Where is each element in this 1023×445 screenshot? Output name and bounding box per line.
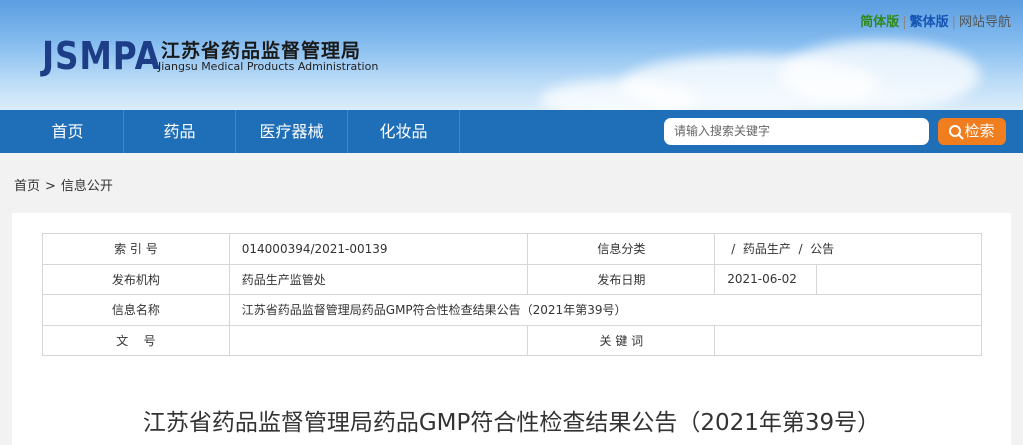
link-separator: | bbox=[951, 15, 956, 30]
link-separator: | bbox=[902, 15, 907, 30]
nav-item-cosmetics[interactable]: 化妆品 bbox=[348, 110, 460, 153]
banner-cloud bbox=[780, 40, 980, 110]
breadcrumb-home[interactable]: 首页 bbox=[14, 179, 40, 194]
site-name-cn: 江苏省药品监督管理局 bbox=[161, 40, 362, 62]
publish-date-label: 发布日期 bbox=[527, 263, 716, 295]
table-row: 发布机构 药品生产监管处 发布日期 2021-06-02 bbox=[42, 263, 982, 295]
empty-cell bbox=[816, 263, 982, 295]
doc-number-value bbox=[228, 324, 529, 356]
category-label: 信息分类 bbox=[527, 233, 716, 265]
doc-number-label: 文 号 bbox=[42, 324, 230, 356]
metadata-table: 索 引 号 014000394/2021-00139 信息分类 / 药品生产 /… bbox=[42, 233, 983, 356]
search-button[interactable]: 检索 bbox=[938, 118, 1006, 145]
simplified-link[interactable]: 简体版 bbox=[860, 11, 899, 30]
search-input[interactable]: 请输入搜索关键字 bbox=[664, 118, 929, 145]
traditional-link[interactable]: 繁体版 bbox=[910, 11, 949, 30]
header-banner: JSMPA 江苏省药品监督管理局 Jiangsu Medical Product… bbox=[0, 0, 1023, 110]
site-name-en: Jiangsu Medical Products Administration bbox=[158, 60, 379, 73]
search-button-label: 检索 bbox=[964, 122, 995, 140]
publish-date-value: 2021-06-02 bbox=[714, 263, 818, 295]
index-label: 索 引 号 bbox=[42, 233, 230, 265]
breadcrumb: 首页 > 信息公开 bbox=[14, 175, 113, 194]
table-row: 索 引 号 014000394/2021-00139 信息分类 / 药品生产 /… bbox=[42, 233, 982, 265]
info-name-value: 江苏省药品监督管理局药品GMP符合性检查结果公告（2021年第39号） bbox=[228, 294, 983, 326]
publisher-value: 药品生产监管处 bbox=[228, 263, 529, 295]
nav-item-medical-devices[interactable]: 医疗器械 bbox=[236, 110, 348, 153]
top-links: 简体版 | 繁体版 | 网站导航 bbox=[860, 11, 1011, 30]
publisher-label: 发布机构 bbox=[42, 263, 230, 295]
sitemap-link[interactable]: 网站导航 bbox=[959, 11, 1011, 30]
table-row: 信息名称 江苏省药品监督管理局药品GMP符合性检查结果公告（2021年第39号） bbox=[42, 294, 983, 326]
site-logo[interactable]: JSMPA bbox=[42, 34, 161, 78]
keywords-value bbox=[714, 324, 982, 356]
breadcrumb-current[interactable]: 信息公开 bbox=[61, 179, 113, 194]
search-icon bbox=[949, 125, 962, 137]
table-row: 文 号 关 键 词 bbox=[42, 324, 982, 356]
info-name-label: 信息名称 bbox=[42, 294, 230, 326]
category-value: / 药品生产 / 公告 bbox=[714, 233, 982, 265]
index-value: 014000394/2021-00139 bbox=[228, 233, 529, 265]
document-title: 江苏省药品监督管理局药品GMP符合性检查结果公告（2021年第39号） bbox=[142, 410, 881, 436]
nav-item-drugs[interactable]: 药品 bbox=[124, 110, 236, 153]
breadcrumb-separator: > bbox=[45, 179, 56, 194]
nav-item-home[interactable]: 首页 bbox=[12, 110, 124, 153]
keywords-label: 关 键 词 bbox=[527, 324, 716, 356]
